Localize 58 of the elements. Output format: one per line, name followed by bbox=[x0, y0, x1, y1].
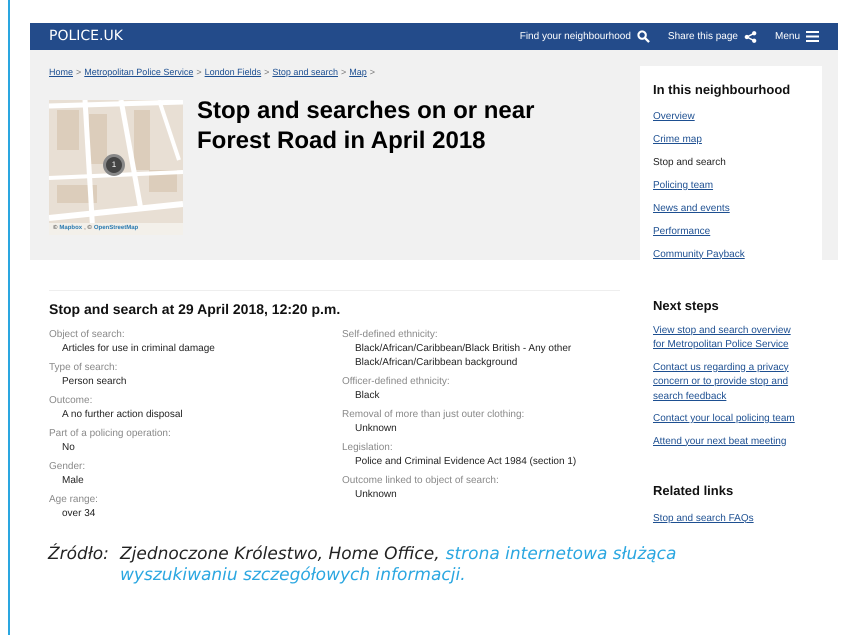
sidebar-link[interactable]: Performance bbox=[653, 224, 809, 238]
field-value: A no further action disposal bbox=[61, 408, 184, 422]
breadcrumb-separator: > bbox=[370, 66, 376, 79]
source-caption: Zjednoczone Królestwo, Home Office, bbox=[120, 544, 440, 564]
field-label: Gender: bbox=[49, 460, 86, 474]
breadcrumb-link[interactable]: Stop and search bbox=[272, 66, 338, 80]
next-step-link[interactable]: Attend your next beat meeting bbox=[653, 434, 803, 449]
next-step-link[interactable]: Contact your local policing team bbox=[653, 412, 803, 426]
sidebar-link[interactable]: Policing team bbox=[653, 178, 809, 192]
field-label: Age range: bbox=[49, 493, 99, 507]
related-link[interactable]: Stop and search FAQs bbox=[653, 510, 809, 526]
menu-button[interactable]: Menu bbox=[774, 29, 819, 44]
field-value: Black/African/Caribbean/Black British - Any other Black/African/Caribbean background bbox=[354, 342, 572, 370]
field-value: Articles for use in criminal damage bbox=[61, 342, 216, 356]
field-value: No bbox=[61, 441, 76, 455]
field-value: Police and Criminal Evidence Act 1984 (section 1) bbox=[354, 455, 578, 469]
next-steps-heading: Next steps bbox=[653, 297, 720, 315]
field-label: Part of a policing operation: bbox=[49, 427, 172, 441]
field-label: Object of search: bbox=[49, 328, 126, 342]
field-label: Outcome linked to object of search: bbox=[342, 474, 500, 488]
field-label: Officer-defined ethnicity: bbox=[342, 375, 451, 389]
share-icon bbox=[744, 30, 757, 42]
breadcrumb-link[interactable]: Home bbox=[49, 66, 74, 80]
related-links-heading: Related links bbox=[653, 482, 734, 500]
field-label: Legislation: bbox=[342, 441, 394, 455]
breadcrumb-link[interactable]: Map bbox=[349, 66, 367, 80]
site-logo[interactable]: POLICE.UK bbox=[49, 26, 123, 47]
field-label: Outcome: bbox=[49, 394, 94, 408]
field-label: Self-defined ethnicity: bbox=[342, 328, 439, 342]
search-icon bbox=[636, 30, 650, 43]
share-button[interactable]: Share this page bbox=[668, 29, 757, 44]
sidebar-link[interactable]: Community Payback bbox=[653, 248, 809, 262]
sidebar-link[interactable]: Crime map bbox=[653, 132, 809, 146]
next-step-link[interactable]: View stop and search overview for Metropolitan Police Service bbox=[653, 324, 803, 352]
breadcrumb-link[interactable]: Metropolitan Police Service bbox=[84, 66, 194, 80]
sidebar-link[interactable]: News and events bbox=[653, 202, 809, 216]
next-step-link[interactable]: Contact us regarding a privacy concern or to provide stop and search feedback bbox=[653, 360, 803, 404]
menu-icon bbox=[806, 31, 819, 42]
breadcrumb-separator: > bbox=[340, 66, 346, 79]
field-label: Type of search: bbox=[49, 361, 118, 375]
record-heading: Stop and search at 29 April 2018, 12:20 p.m. bbox=[49, 300, 340, 319]
field-label: Removal of more than just outer clothing: bbox=[342, 408, 526, 422]
field-value: Unknown bbox=[354, 488, 398, 502]
breadcrumb-separator: > bbox=[196, 66, 202, 79]
field-value: over 34 bbox=[61, 507, 96, 521]
sidebar-link[interactable]: Overview bbox=[653, 110, 809, 124]
breadcrumb-link[interactable]: London Fields bbox=[204, 66, 262, 80]
breadcrumb-separator: > bbox=[264, 66, 270, 79]
sidebar-link[interactable]: Stop and search bbox=[653, 156, 809, 170]
field-value: Male bbox=[61, 474, 85, 488]
breadcrumb-separator: > bbox=[76, 66, 82, 79]
find-neighbourhood-button[interactable]: Find your neighbourhood bbox=[520, 29, 650, 44]
field-value: Unknown bbox=[354, 422, 398, 436]
sidebar-heading: In this neighbourhood bbox=[653, 81, 792, 99]
field-value: Black bbox=[354, 389, 380, 403]
page-title: Stop and searches on or near Forest Road in April 2018 bbox=[197, 96, 536, 156]
caption-label: Źródło: bbox=[48, 544, 110, 566]
field-value: Person search bbox=[61, 375, 128, 389]
